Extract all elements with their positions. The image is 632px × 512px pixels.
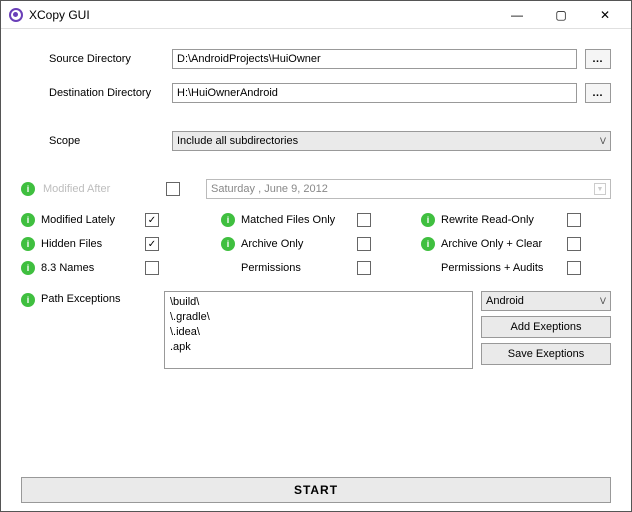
info-icon[interactable]: i [421,237,435,251]
info-icon[interactable]: i [21,293,35,307]
browse-destination-button[interactable]: … [585,83,611,103]
hidden-files-checkbox[interactable]: ✓ [145,237,159,251]
add-exceptions-button[interactable]: Add Exeptions [481,316,611,338]
scope-label: Scope [49,135,164,147]
destination-input[interactable] [172,83,577,103]
info-icon[interactable]: i [21,237,35,251]
source-label: Source Directory [49,53,164,65]
modified-after-label: Modified After [43,183,158,195]
rewrite-ro-label: Rewrite Read-Only [441,214,561,226]
save-exceptions-button[interactable]: Save Exeptions [481,343,611,365]
archive-only-checkbox[interactable] [357,237,371,251]
modified-after-checkbox[interactable] [166,182,180,196]
archive-clear-label: Archive Only + Clear [441,238,561,250]
chevron-down-icon: ᐯ [600,136,606,147]
hidden-files-label: Hidden Files [41,238,139,250]
app-icon [9,8,23,22]
permissions-checkbox[interactable] [357,261,371,275]
perm-audits-checkbox[interactable] [567,261,581,275]
info-icon[interactable]: i [421,213,435,227]
info-icon[interactable]: i [221,213,235,227]
start-button[interactable]: START [21,477,611,503]
exceptions-textarea[interactable] [164,291,473,369]
archive-only-label: Archive Only [241,238,351,250]
modified-lately-checkbox[interactable]: ✓ [145,213,159,227]
browse-source-button[interactable]: … [585,49,611,69]
info-icon[interactable]: i [21,261,35,275]
source-input[interactable] [172,49,577,69]
names83-label: 8.3 Names [41,262,139,274]
info-icon[interactable]: i [221,237,235,251]
rewrite-ro-checkbox[interactable] [567,213,581,227]
calendar-icon: ▼ [594,183,606,195]
scope-selected: Include all subdirectories [177,135,298,147]
chevron-down-icon: ᐯ [600,296,606,307]
perm-audits-label: Permissions + Audits [441,262,561,274]
permissions-label: Permissions [241,262,351,274]
scope-select[interactable]: Include all subdirectories ᐯ [172,131,611,151]
info-icon[interactable]: i [21,182,35,196]
modified-after-date[interactable]: Saturday , June 9, 2012 ▼ [206,179,611,199]
minimize-button[interactable]: — [495,2,539,28]
exceptions-preset-select[interactable]: Android ᐯ [481,291,611,311]
matched-only-label: Matched Files Only [241,214,351,226]
archive-clear-checkbox[interactable] [567,237,581,251]
titlebar: XCopy GUI — ▢ ✕ [1,1,631,29]
matched-only-checkbox[interactable] [357,213,371,227]
destination-label: Destination Directory [49,87,164,99]
modified-lately-label: Modified Lately [41,214,139,226]
maximize-button[interactable]: ▢ [539,2,583,28]
window-title: XCopy GUI [29,8,90,22]
names83-checkbox[interactable] [145,261,159,275]
close-button[interactable]: ✕ [583,2,627,28]
info-icon[interactable]: i [21,213,35,227]
exceptions-label: Path Exceptions [41,293,121,305]
